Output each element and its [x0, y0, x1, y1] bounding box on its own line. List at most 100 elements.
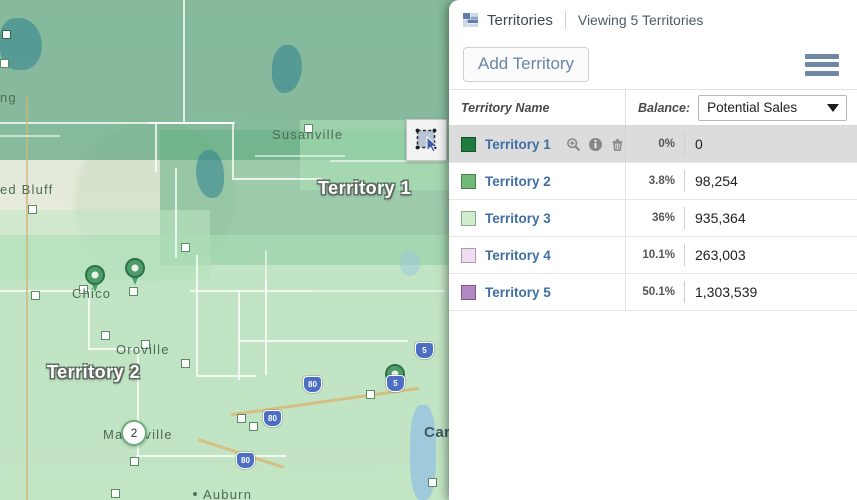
hamburger-menu-icon[interactable] — [805, 52, 839, 78]
balance-value: 263,003 — [695, 247, 746, 263]
territories-icon — [463, 13, 478, 27]
territory-color-swatch[interactable] — [461, 247, 476, 263]
poi-marker[interactable] — [111, 489, 120, 498]
poi-marker[interactable] — [237, 414, 246, 423]
county-boundary — [196, 375, 256, 377]
balance-cell: 3.8% 98,254 — [626, 163, 857, 199]
city-label: Oroville — [116, 342, 170, 357]
poi-marker[interactable] — [0, 59, 9, 68]
county-boundary — [196, 255, 198, 375]
delete-icon[interactable] — [610, 137, 625, 152]
panel-title-text: Territories — [487, 11, 553, 29]
county-boundary — [238, 290, 240, 380]
poi-marker[interactable] — [181, 243, 190, 252]
poi-marker[interactable] — [2, 30, 11, 39]
table-row[interactable]: Territory 5 50.1% 1,303,539 — [449, 274, 857, 311]
city-label: Chico — [72, 286, 112, 301]
balance-percent: 10.1% — [642, 249, 675, 261]
highway-line — [26, 95, 28, 500]
road-line — [310, 290, 445, 292]
county-boundary — [148, 122, 233, 124]
territory-name-cell: Territory 3 — [449, 200, 626, 236]
table-header-row: Territory Name Balance: Potential Sales — [449, 90, 857, 126]
city-label: Auburn — [192, 487, 253, 500]
balance-percent: 36% — [651, 212, 675, 224]
county-boundary — [183, 0, 185, 122]
poi-marker[interactable] — [181, 359, 190, 368]
balance-value: 98,254 — [695, 173, 738, 189]
highway-shield: 80 — [263, 410, 282, 427]
road-line — [0, 135, 60, 137]
table-row[interactable]: Territory 4 10.1% 263,003 — [449, 237, 857, 274]
county-boundary — [175, 168, 177, 258]
poi-marker[interactable] — [129, 287, 138, 296]
territory-name-link[interactable]: Territory 3 — [485, 211, 551, 226]
balance-cell: 10.1% 263,003 — [626, 237, 857, 273]
city-label: ng — [0, 90, 17, 105]
table-row[interactable]: Territory 1 0% 0 — [449, 126, 857, 163]
highway-shield: 5 — [386, 375, 405, 392]
location-pin[interactable] — [125, 258, 145, 285]
poi-marker[interactable] — [428, 478, 437, 487]
territory-name-cell: Territory 2 — [449, 163, 626, 199]
cluster-badge[interactable]: 2 — [121, 420, 147, 446]
territories-table-body: Territory 1 0% 0 Territory 2 3.8% 98,254… — [449, 126, 857, 500]
county-boundary — [232, 122, 234, 178]
territory-name-link[interactable]: Territory 5 — [485, 285, 551, 300]
territory-color-swatch[interactable] — [461, 136, 476, 152]
balance-selected-value: Potential Sales — [707, 100, 798, 115]
panel-toolbar: Add Territory — [449, 40, 857, 90]
balance-percent: 3.8% — [648, 175, 675, 187]
viewing-count-text: Viewing 5 Territories — [577, 12, 704, 28]
row-action-icons — [566, 137, 625, 152]
territory-color-swatch[interactable] — [461, 210, 476, 226]
county-boundary — [238, 340, 408, 342]
poi-marker[interactable] — [366, 390, 375, 399]
territory-name-cell: Territory 5 — [449, 274, 626, 310]
territory-color-swatch[interactable] — [461, 284, 476, 300]
app-root: 80 80 80 5 5 80 ng Susanville ed Bluff C… — [0, 0, 857, 500]
poi-marker[interactable] — [28, 205, 37, 214]
territory-name-link[interactable]: Territory 2 — [485, 174, 551, 189]
balance-metric-select[interactable]: Potential Sales — [698, 94, 847, 121]
balance-value: 0 — [695, 136, 703, 152]
balance-cell: 50.1% 1,303,539 — [626, 274, 857, 310]
territories-panel: Territories Viewing 5 Territories Add Te… — [449, 0, 857, 500]
info-icon[interactable] — [588, 137, 603, 152]
water-body — [400, 250, 420, 276]
balance-value: 1,303,539 — [695, 284, 758, 300]
table-row[interactable]: Territory 2 3.8% 98,254 — [449, 163, 857, 200]
poi-marker[interactable] — [130, 457, 139, 466]
title-divider — [564, 11, 566, 29]
county-boundary — [155, 122, 157, 172]
road-line — [265, 250, 267, 295]
map-territory-label-2: Territory 2 — [47, 362, 141, 382]
poi-marker[interactable] — [249, 422, 258, 431]
territory-name-link[interactable]: Territory 4 — [485, 248, 551, 263]
balance-label: Balance: — [638, 100, 691, 115]
column-header-balance: Balance: Potential Sales — [626, 90, 857, 125]
road-line — [255, 155, 345, 157]
marquee-select-tool-button[interactable] — [406, 119, 447, 161]
highway-shield: 80 — [236, 452, 255, 469]
column-header-territory-name: Territory Name — [449, 90, 626, 125]
territory-name-cell: Territory 4 — [449, 237, 626, 273]
city-label: ed Bluff — [0, 182, 54, 197]
territory-name-link[interactable]: Territory 1 — [485, 137, 551, 152]
highway-shield: 80 — [303, 376, 322, 393]
balance-percent: 50.1% — [642, 286, 675, 298]
poi-marker[interactable] — [31, 291, 40, 300]
panel-header: Territories Viewing 5 Territories — [449, 0, 857, 40]
add-territory-button[interactable]: Add Territory — [463, 47, 590, 82]
county-boundary — [190, 290, 310, 292]
table-row[interactable]: Territory 3 36% 935,364 — [449, 200, 857, 237]
marquee-select-icon — [415, 128, 439, 153]
zoom-to-icon[interactable] — [566, 137, 581, 152]
map-territory-label-1: Territory 1 — [318, 178, 412, 198]
chevron-down-icon — [827, 103, 839, 112]
county-boundary — [232, 178, 322, 180]
territory-name-cell: Territory 1 — [449, 126, 626, 162]
territory-color-swatch[interactable] — [461, 173, 476, 189]
city-label: Susanville — [272, 127, 344, 142]
poi-marker[interactable] — [101, 331, 110, 340]
